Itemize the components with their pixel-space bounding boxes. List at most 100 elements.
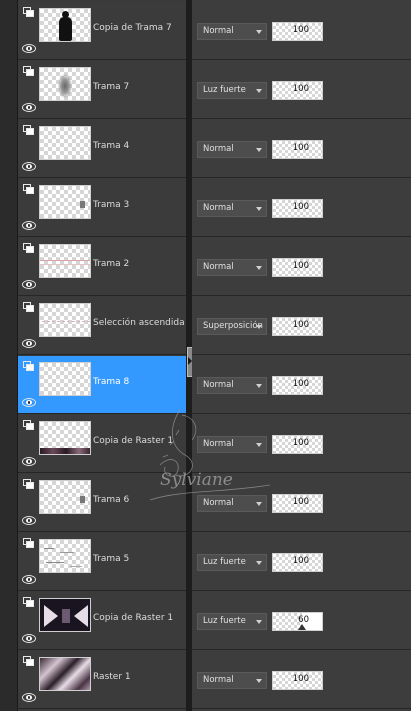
eye-icon[interactable] [22, 693, 36, 702]
eye-icon[interactable] [22, 280, 36, 289]
blend-mode-dropdown[interactable]: Luz fuerte [197, 82, 267, 99]
eye-icon[interactable] [22, 44, 36, 53]
layer-name[interactable]: Trama 7 [93, 82, 129, 92]
opacity-slider[interactable]: 100 [272, 258, 323, 277]
layer-row[interactable]: Copia de Trama 7 [18, 2, 186, 60]
raster-layer-icon[interactable] [23, 361, 35, 372]
raster-layer-icon[interactable] [23, 479, 35, 490]
layer-name[interactable]: Trama 4 [93, 141, 129, 151]
layer-row[interactable]: Trama 3 [18, 179, 186, 237]
layer-properties-row: Normal 100 [192, 238, 411, 296]
layer-name[interactable]: Copia de Trama 7 [93, 23, 172, 33]
eye-icon[interactable] [22, 516, 36, 525]
layer-name[interactable]: Raster 1 [93, 672, 131, 682]
layer-name[interactable]: Copia de Raster 1 [93, 613, 173, 623]
eye-icon[interactable] [22, 162, 36, 171]
blend-mode-dropdown[interactable]: Normal [197, 200, 267, 217]
opacity-slider[interactable]: 100 [272, 671, 323, 690]
chevron-down-icon[interactable] [256, 207, 262, 211]
blend-mode-label: Normal [203, 262, 234, 272]
blend-mode-dropdown[interactable]: Luz fuerte [197, 554, 267, 571]
raster-layer-icon[interactable] [23, 302, 35, 313]
chevron-down-icon[interactable] [256, 679, 262, 683]
layer-thumbnail[interactable] [39, 8, 91, 42]
layer-thumbnail[interactable] [39, 67, 91, 101]
layer-thumbnail[interactable] [39, 185, 91, 219]
blend-mode-dropdown[interactable]: Luz fuerte [197, 613, 267, 630]
layer-name[interactable]: Trama 3 [93, 200, 129, 210]
opacity-slider[interactable]: 100 [272, 199, 323, 218]
chevron-down-icon[interactable] [256, 443, 262, 447]
raster-layer-icon[interactable] [23, 243, 35, 254]
layer-row[interactable]: Trama 2 [18, 238, 186, 296]
chevron-down-icon[interactable] [256, 561, 262, 565]
chevron-down-icon[interactable] [256, 30, 262, 34]
layer-name[interactable]: Trama 5 [93, 554, 129, 564]
eye-icon[interactable] [22, 398, 36, 407]
raster-layer-icon[interactable] [23, 597, 35, 608]
raster-layer-icon[interactable] [23, 656, 35, 667]
blend-mode-dropdown[interactable]: Superposición [197, 318, 267, 335]
eye-icon[interactable] [22, 339, 36, 348]
layer-thumbnail[interactable] [39, 657, 91, 691]
opacity-slider[interactable]: 100 [272, 22, 323, 41]
raster-layer-icon[interactable] [23, 538, 35, 549]
layer-name[interactable]: Selección ascendida [93, 318, 185, 328]
raster-layer-icon[interactable] [23, 125, 35, 136]
chevron-down-icon[interactable] [256, 89, 262, 93]
blend-mode-dropdown[interactable]: Normal [197, 436, 267, 453]
chevron-down-icon[interactable] [256, 325, 262, 329]
layer-row[interactable]: Copia de Raster 1 [18, 415, 186, 473]
chevron-down-icon[interactable] [256, 148, 262, 152]
opacity-slider-knob[interactable] [298, 624, 307, 630]
raster-layer-icon[interactable] [23, 184, 35, 195]
layer-thumbnail[interactable] [39, 480, 91, 514]
layer-row[interactable]: Copia de Raster 1 [18, 592, 186, 650]
opacity-slider[interactable]: 100 [272, 494, 323, 513]
chevron-down-icon[interactable] [256, 384, 262, 388]
chevron-down-icon[interactable] [256, 266, 262, 270]
layer-thumbnail[interactable] [39, 598, 91, 632]
opacity-slider[interactable]: 100 [272, 553, 323, 572]
raster-layer-icon[interactable] [23, 7, 35, 18]
layer-row[interactable]: Trama 5 [18, 533, 186, 591]
blend-mode-dropdown[interactable]: Normal [197, 141, 267, 158]
blend-mode-dropdown[interactable]: Normal [197, 23, 267, 40]
opacity-slider[interactable]: 100 [272, 140, 323, 159]
eye-icon[interactable] [22, 103, 36, 112]
eye-icon[interactable] [22, 575, 36, 584]
eye-icon[interactable] [22, 634, 36, 643]
raster-layer-icon[interactable] [23, 420, 35, 431]
opacity-slider[interactable]: 100 [272, 435, 323, 454]
layer-name[interactable]: Copia de Raster 1 [93, 436, 173, 446]
opacity-slider[interactable]: 100 [272, 81, 323, 100]
layer-row[interactable]: Trama 4 [18, 120, 186, 178]
opacity-slider[interactable]: 60 [272, 612, 323, 631]
layer-name[interactable]: Trama 2 [93, 259, 129, 269]
layer-row[interactable]: Trama 6 [18, 474, 186, 532]
layer-thumbnail[interactable] [39, 362, 91, 396]
blend-mode-dropdown[interactable]: Normal [197, 259, 267, 276]
layer-row[interactable]: Raster 1 [18, 651, 186, 709]
chevron-down-icon[interactable] [256, 502, 262, 506]
eye-icon[interactable] [22, 221, 36, 230]
layer-thumbnail[interactable] [39, 244, 91, 278]
opacity-slider[interactable]: 100 [272, 376, 323, 395]
layer-thumbnail[interactable] [39, 303, 91, 337]
layer-thumbnail[interactable] [39, 126, 91, 160]
layer-row[interactable]: Trama 8 [18, 356, 186, 414]
layer-name[interactable]: Trama 8 [93, 377, 129, 387]
blend-mode-dropdown[interactable]: Normal [197, 495, 267, 512]
raster-layer-icon[interactable] [23, 66, 35, 77]
layer-row[interactable]: Selección ascendida [18, 297, 186, 355]
layer-properties-row: Luz fuerte 100 [192, 533, 411, 591]
layer-row[interactable]: Trama 7 [18, 61, 186, 119]
layer-thumbnail[interactable] [39, 421, 91, 455]
blend-mode-dropdown[interactable]: Normal [197, 377, 267, 394]
opacity-slider[interactable]: 100 [272, 317, 323, 336]
layer-name[interactable]: Trama 6 [93, 495, 129, 505]
blend-mode-dropdown[interactable]: Normal [197, 672, 267, 689]
eye-icon[interactable] [22, 457, 36, 466]
chevron-down-icon[interactable] [256, 620, 262, 624]
layer-thumbnail[interactable] [39, 539, 91, 573]
